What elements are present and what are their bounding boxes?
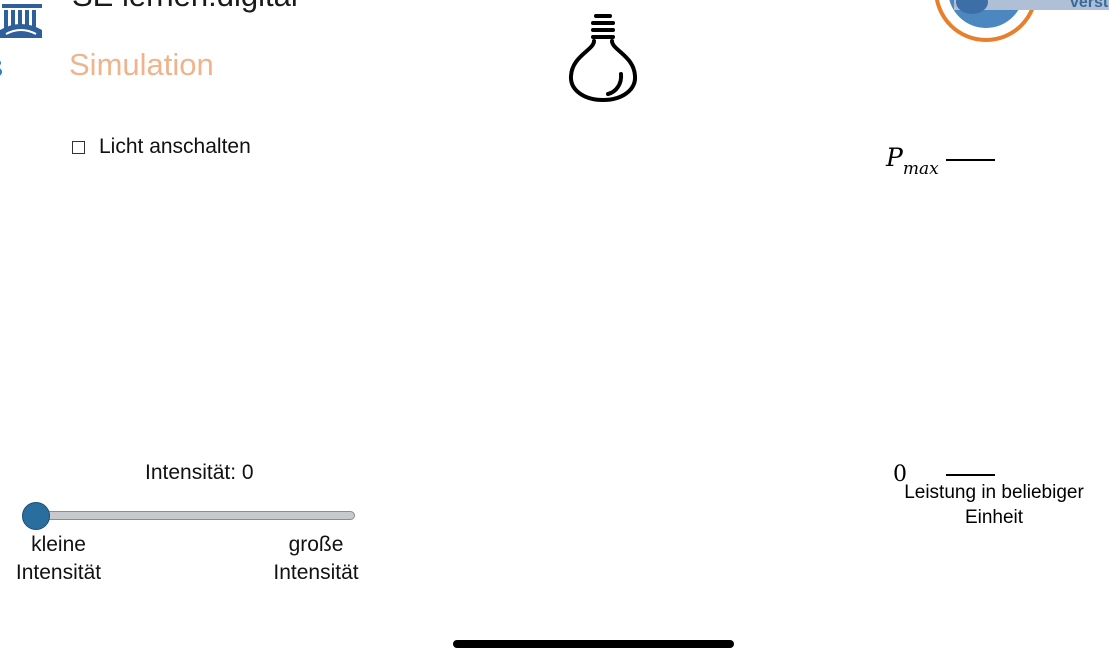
site-title[interactable]: SE lernen.digital bbox=[72, 0, 298, 14]
meter-max-label: Pmax bbox=[886, 143, 939, 179]
intensity-slider-thumb[interactable] bbox=[22, 502, 50, 530]
logo-fragment-icon bbox=[0, 60, 4, 78]
page-title: Simulation bbox=[69, 47, 214, 82]
slider-max-label: große Intensität bbox=[273, 533, 359, 584]
home-indicator[interactable] bbox=[453, 640, 734, 648]
light-toggle-checkbox[interactable]: Licht anschalten bbox=[72, 135, 251, 159]
meter-max-tick bbox=[946, 159, 995, 161]
intensity-readout: Intensität: 0 bbox=[145, 461, 254, 484]
intensity-slider-track[interactable] bbox=[28, 511, 355, 520]
slider-min-label: kleine Intensität bbox=[15, 533, 102, 584]
meter-max-symbol: P bbox=[886, 143, 903, 172]
meter-max-subscript: max bbox=[902, 159, 939, 179]
university-logo-icon[interactable] bbox=[0, 0, 56, 42]
partner-logo-icon[interactable]: verst bbox=[932, 0, 1109, 50]
svg-text:verst: verst bbox=[1070, 0, 1109, 11]
light-toggle-label[interactable]: Licht anschalten bbox=[99, 135, 251, 159]
meter-caption: Leistung in beliebiger Einheit bbox=[904, 482, 1084, 528]
light-bulb-icon bbox=[566, 12, 640, 104]
checkbox-box[interactable] bbox=[72, 140, 85, 154]
meter-zero-tick bbox=[946, 474, 995, 476]
